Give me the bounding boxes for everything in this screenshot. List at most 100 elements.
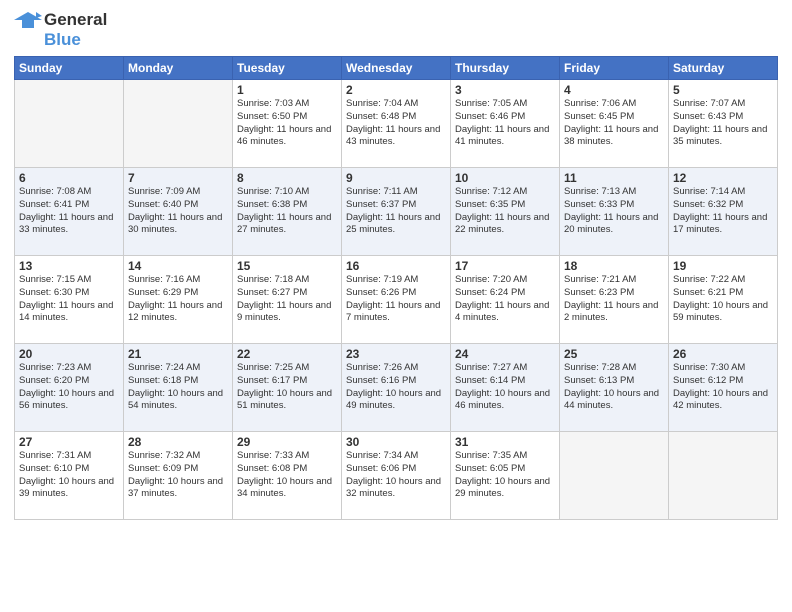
header: General Blue — [14, 10, 778, 50]
day-info: Sunrise: 7:34 AM Sunset: 6:06 PM Dayligh… — [346, 450, 446, 501]
logo-general: General — [44, 10, 107, 30]
day-number: 22 — [237, 347, 337, 361]
day-number: 20 — [19, 347, 119, 361]
calendar-header-friday: Friday — [560, 57, 669, 80]
day-info: Sunrise: 7:04 AM Sunset: 6:48 PM Dayligh… — [346, 98, 446, 149]
calendar-cell: 6Sunrise: 7:08 AM Sunset: 6:41 PM Daylig… — [15, 168, 124, 256]
calendar-week-row: 13Sunrise: 7:15 AM Sunset: 6:30 PM Dayli… — [15, 256, 778, 344]
day-info: Sunrise: 7:24 AM Sunset: 6:18 PM Dayligh… — [128, 362, 228, 413]
day-info: Sunrise: 7:27 AM Sunset: 6:14 PM Dayligh… — [455, 362, 555, 413]
calendar-cell: 5Sunrise: 7:07 AM Sunset: 6:43 PM Daylig… — [669, 80, 778, 168]
day-number: 13 — [19, 259, 119, 273]
day-info: Sunrise: 7:13 AM Sunset: 6:33 PM Dayligh… — [564, 186, 664, 237]
day-info: Sunrise: 7:33 AM Sunset: 6:08 PM Dayligh… — [237, 450, 337, 501]
day-info: Sunrise: 7:09 AM Sunset: 6:40 PM Dayligh… — [128, 186, 228, 237]
day-number: 8 — [237, 171, 337, 185]
day-number: 12 — [673, 171, 773, 185]
calendar-cell: 24Sunrise: 7:27 AM Sunset: 6:14 PM Dayli… — [451, 344, 560, 432]
calendar-cell: 13Sunrise: 7:15 AM Sunset: 6:30 PM Dayli… — [15, 256, 124, 344]
day-number: 15 — [237, 259, 337, 273]
calendar-cell: 20Sunrise: 7:23 AM Sunset: 6:20 PM Dayli… — [15, 344, 124, 432]
calendar-cell: 22Sunrise: 7:25 AM Sunset: 6:17 PM Dayli… — [233, 344, 342, 432]
day-info: Sunrise: 7:23 AM Sunset: 6:20 PM Dayligh… — [19, 362, 119, 413]
day-number: 6 — [19, 171, 119, 185]
calendar-table: SundayMondayTuesdayWednesdayThursdayFrid… — [14, 56, 778, 520]
day-number: 4 — [564, 83, 664, 97]
day-info: Sunrise: 7:18 AM Sunset: 6:27 PM Dayligh… — [237, 274, 337, 325]
day-number: 7 — [128, 171, 228, 185]
day-number: 24 — [455, 347, 555, 361]
day-number: 1 — [237, 83, 337, 97]
day-info: Sunrise: 7:31 AM Sunset: 6:10 PM Dayligh… — [19, 450, 119, 501]
calendar-week-row: 6Sunrise: 7:08 AM Sunset: 6:41 PM Daylig… — [15, 168, 778, 256]
calendar-cell: 9Sunrise: 7:11 AM Sunset: 6:37 PM Daylig… — [342, 168, 451, 256]
day-number: 21 — [128, 347, 228, 361]
day-number: 3 — [455, 83, 555, 97]
calendar-cell: 15Sunrise: 7:18 AM Sunset: 6:27 PM Dayli… — [233, 256, 342, 344]
day-info: Sunrise: 7:03 AM Sunset: 6:50 PM Dayligh… — [237, 98, 337, 149]
calendar-cell: 23Sunrise: 7:26 AM Sunset: 6:16 PM Dayli… — [342, 344, 451, 432]
calendar-cell: 7Sunrise: 7:09 AM Sunset: 6:40 PM Daylig… — [124, 168, 233, 256]
day-number: 9 — [346, 171, 446, 185]
calendar-cell: 21Sunrise: 7:24 AM Sunset: 6:18 PM Dayli… — [124, 344, 233, 432]
day-number: 29 — [237, 435, 337, 449]
calendar-header-row: SundayMondayTuesdayWednesdayThursdayFrid… — [15, 57, 778, 80]
day-number: 27 — [19, 435, 119, 449]
calendar-cell: 2Sunrise: 7:04 AM Sunset: 6:48 PM Daylig… — [342, 80, 451, 168]
day-number: 14 — [128, 259, 228, 273]
day-info: Sunrise: 7:15 AM Sunset: 6:30 PM Dayligh… — [19, 274, 119, 325]
day-info: Sunrise: 7:10 AM Sunset: 6:38 PM Dayligh… — [237, 186, 337, 237]
day-number: 11 — [564, 171, 664, 185]
calendar-cell: 1Sunrise: 7:03 AM Sunset: 6:50 PM Daylig… — [233, 80, 342, 168]
logo-blue: Blue — [44, 30, 81, 50]
calendar-cell: 11Sunrise: 7:13 AM Sunset: 6:33 PM Dayli… — [560, 168, 669, 256]
calendar-cell: 28Sunrise: 7:32 AM Sunset: 6:09 PM Dayli… — [124, 432, 233, 520]
day-info: Sunrise: 7:07 AM Sunset: 6:43 PM Dayligh… — [673, 98, 773, 149]
calendar-cell: 18Sunrise: 7:21 AM Sunset: 6:23 PM Dayli… — [560, 256, 669, 344]
day-info: Sunrise: 7:26 AM Sunset: 6:16 PM Dayligh… — [346, 362, 446, 413]
day-number: 19 — [673, 259, 773, 273]
day-info: Sunrise: 7:20 AM Sunset: 6:24 PM Dayligh… — [455, 274, 555, 325]
day-info: Sunrise: 7:32 AM Sunset: 6:09 PM Dayligh… — [128, 450, 228, 501]
day-number: 30 — [346, 435, 446, 449]
day-info: Sunrise: 7:22 AM Sunset: 6:21 PM Dayligh… — [673, 274, 773, 325]
calendar-cell — [124, 80, 233, 168]
day-number: 5 — [673, 83, 773, 97]
day-number: 28 — [128, 435, 228, 449]
calendar-cell: 25Sunrise: 7:28 AM Sunset: 6:13 PM Dayli… — [560, 344, 669, 432]
calendar-cell — [669, 432, 778, 520]
calendar-cell: 4Sunrise: 7:06 AM Sunset: 6:45 PM Daylig… — [560, 80, 669, 168]
calendar-cell: 19Sunrise: 7:22 AM Sunset: 6:21 PM Dayli… — [669, 256, 778, 344]
day-info: Sunrise: 7:08 AM Sunset: 6:41 PM Dayligh… — [19, 186, 119, 237]
calendar-header-wednesday: Wednesday — [342, 57, 451, 80]
day-info: Sunrise: 7:12 AM Sunset: 6:35 PM Dayligh… — [455, 186, 555, 237]
day-info: Sunrise: 7:14 AM Sunset: 6:32 PM Dayligh… — [673, 186, 773, 237]
calendar-header-tuesday: Tuesday — [233, 57, 342, 80]
day-number: 18 — [564, 259, 664, 273]
calendar-cell: 14Sunrise: 7:16 AM Sunset: 6:29 PM Dayli… — [124, 256, 233, 344]
calendar-cell: 29Sunrise: 7:33 AM Sunset: 6:08 PM Dayli… — [233, 432, 342, 520]
calendar-header-thursday: Thursday — [451, 57, 560, 80]
day-number: 10 — [455, 171, 555, 185]
calendar-header-sunday: Sunday — [15, 57, 124, 80]
calendar-cell: 27Sunrise: 7:31 AM Sunset: 6:10 PM Dayli… — [15, 432, 124, 520]
calendar-cell: 17Sunrise: 7:20 AM Sunset: 6:24 PM Dayli… — [451, 256, 560, 344]
day-number: 23 — [346, 347, 446, 361]
day-info: Sunrise: 7:25 AM Sunset: 6:17 PM Dayligh… — [237, 362, 337, 413]
calendar-cell: 16Sunrise: 7:19 AM Sunset: 6:26 PM Dayli… — [342, 256, 451, 344]
calendar-cell: 31Sunrise: 7:35 AM Sunset: 6:05 PM Dayli… — [451, 432, 560, 520]
calendar-cell — [15, 80, 124, 168]
calendar-cell: 30Sunrise: 7:34 AM Sunset: 6:06 PM Dayli… — [342, 432, 451, 520]
day-info: Sunrise: 7:19 AM Sunset: 6:26 PM Dayligh… — [346, 274, 446, 325]
day-info: Sunrise: 7:11 AM Sunset: 6:37 PM Dayligh… — [346, 186, 446, 237]
day-number: 26 — [673, 347, 773, 361]
calendar-cell: 8Sunrise: 7:10 AM Sunset: 6:38 PM Daylig… — [233, 168, 342, 256]
calendar-cell — [560, 432, 669, 520]
calendar-header-saturday: Saturday — [669, 57, 778, 80]
day-info: Sunrise: 7:06 AM Sunset: 6:45 PM Dayligh… — [564, 98, 664, 149]
calendar-week-row: 1Sunrise: 7:03 AM Sunset: 6:50 PM Daylig… — [15, 80, 778, 168]
day-info: Sunrise: 7:21 AM Sunset: 6:23 PM Dayligh… — [564, 274, 664, 325]
calendar-week-row: 27Sunrise: 7:31 AM Sunset: 6:10 PM Dayli… — [15, 432, 778, 520]
day-number: 25 — [564, 347, 664, 361]
calendar-header-monday: Monday — [124, 57, 233, 80]
